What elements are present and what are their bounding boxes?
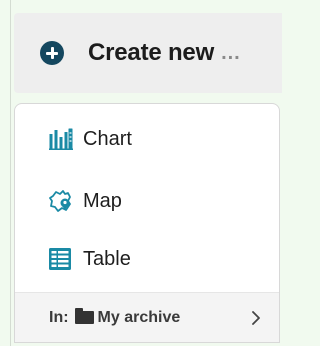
chart-icon	[49, 127, 75, 151]
divider	[10, 0, 11, 346]
create-new-ellipsis: ...	[221, 41, 241, 64]
plus-circle-icon	[40, 41, 64, 65]
folder-name: My archive	[97, 308, 181, 326]
create-new-panel: Create new ... Chart Map Table In: My ar…	[0, 0, 282, 346]
menu-item-map[interactable]: Map	[15, 174, 279, 228]
map-icon	[49, 189, 75, 213]
folder-icon	[74, 308, 94, 324]
menu-item-label: Chart	[83, 127, 132, 150]
create-new-label: Create new	[88, 39, 215, 66]
create-menu: Chart Map Table In: My archive	[14, 103, 280, 343]
menu-item-table[interactable]: Table	[15, 232, 279, 286]
table-icon	[49, 247, 75, 271]
menu-item-label: Map	[83, 189, 122, 212]
chevron-right-icon	[252, 311, 260, 325]
menu-item-label: Table	[83, 247, 131, 270]
create-new-button[interactable]: Create new ...	[14, 13, 282, 93]
destination-folder-selector[interactable]: In: My archive	[15, 292, 279, 342]
folder-prefix: In:	[49, 308, 69, 326]
menu-item-chart[interactable]: Chart	[15, 112, 279, 166]
